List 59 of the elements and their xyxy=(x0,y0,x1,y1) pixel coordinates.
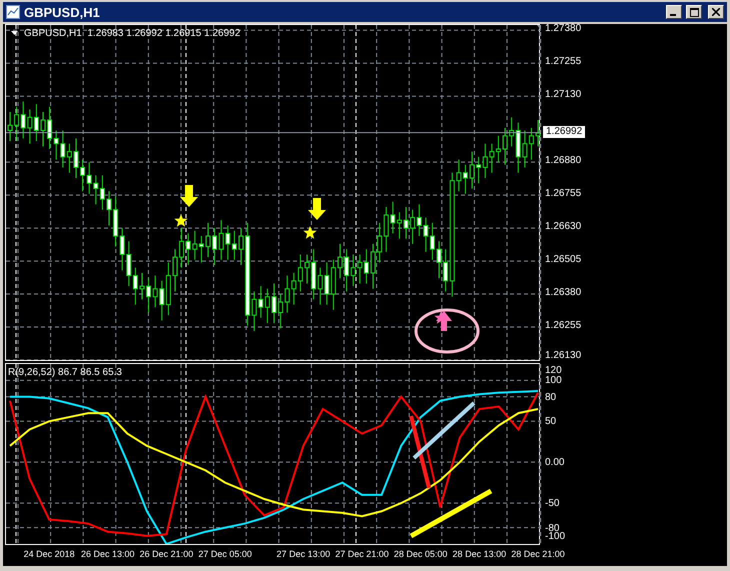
indicator-scale-label: 100 xyxy=(545,375,562,388)
highlight-circle xyxy=(414,308,480,354)
candle xyxy=(206,222,210,258)
current-price-label: 1.26992 xyxy=(543,126,586,138)
candle xyxy=(238,228,244,266)
minimize-button[interactable] xyxy=(666,5,682,19)
chart-window-icon xyxy=(6,5,20,19)
indicator-scale-label: -100 xyxy=(545,531,566,543)
candle xyxy=(304,254,310,284)
candle xyxy=(436,240,442,279)
price-label: 1.26380 xyxy=(545,287,582,300)
price-label: 1.27130 xyxy=(545,89,582,102)
candle xyxy=(106,190,112,226)
time-label: 26 Dec 21:00 xyxy=(140,549,194,559)
maximize-button[interactable] xyxy=(686,5,702,19)
star-icon xyxy=(174,214,188,227)
time-label: 28 Dec 21:00 xyxy=(511,549,565,559)
time-label: 27 Dec 13:00 xyxy=(276,549,330,559)
symbol-header: GBPUSD,H1 1.26983 1.26992 1.26915 1.26992 xyxy=(24,28,240,39)
star-icon xyxy=(303,226,317,239)
candle xyxy=(370,243,376,290)
time-label: 26 Dec 13:00 xyxy=(81,549,135,559)
indicator-header: R(9,26,52) 86.7 86.5 65.3 xyxy=(8,367,122,378)
time-label: 28 Dec 13:00 xyxy=(452,549,506,559)
close-icon xyxy=(712,8,720,16)
price-label: 1.26505 xyxy=(545,254,582,266)
time-label: 27 Dec 21:00 xyxy=(335,549,389,559)
price-label: 1.26630 xyxy=(545,221,582,234)
candle xyxy=(272,283,276,324)
time-label: 28 Dec 05:00 xyxy=(394,549,448,559)
close-button[interactable] xyxy=(708,5,724,19)
price-label: 1.26130 xyxy=(545,350,582,362)
time-label: 24 Dec 2018 xyxy=(24,549,75,559)
candle xyxy=(40,112,46,147)
maximize-icon xyxy=(690,8,698,16)
price-label: 1.26755 xyxy=(545,188,582,200)
up-arrow-icon xyxy=(436,311,452,331)
indicator-scale-label: 0.00 xyxy=(545,457,564,470)
candle xyxy=(502,127,508,166)
down-arrow-icon xyxy=(308,198,326,220)
candle xyxy=(470,151,474,190)
window-title: GBPUSD,H1 xyxy=(24,4,101,20)
down-arrow-icon xyxy=(180,185,198,207)
candle xyxy=(404,206,408,240)
indicator-scale-label: 80 xyxy=(545,392,556,404)
candle xyxy=(172,248,178,292)
price-label: 1.27380 xyxy=(545,23,582,36)
price-label: 1.26255 xyxy=(545,320,582,332)
candle xyxy=(74,138,78,178)
candle xyxy=(338,243,342,279)
price-label: 1.27255 xyxy=(545,56,582,68)
candle xyxy=(140,272,144,300)
indicator-scale-label: -50 xyxy=(545,498,560,510)
candle xyxy=(8,112,12,142)
candle xyxy=(536,119,540,147)
time-label: 27 Dec 05:00 xyxy=(198,549,252,559)
indicator-scale-label: 50 xyxy=(545,416,556,428)
price-label: 1.26880 xyxy=(545,155,582,168)
indicator-scale-label: 120 xyxy=(545,365,562,376)
